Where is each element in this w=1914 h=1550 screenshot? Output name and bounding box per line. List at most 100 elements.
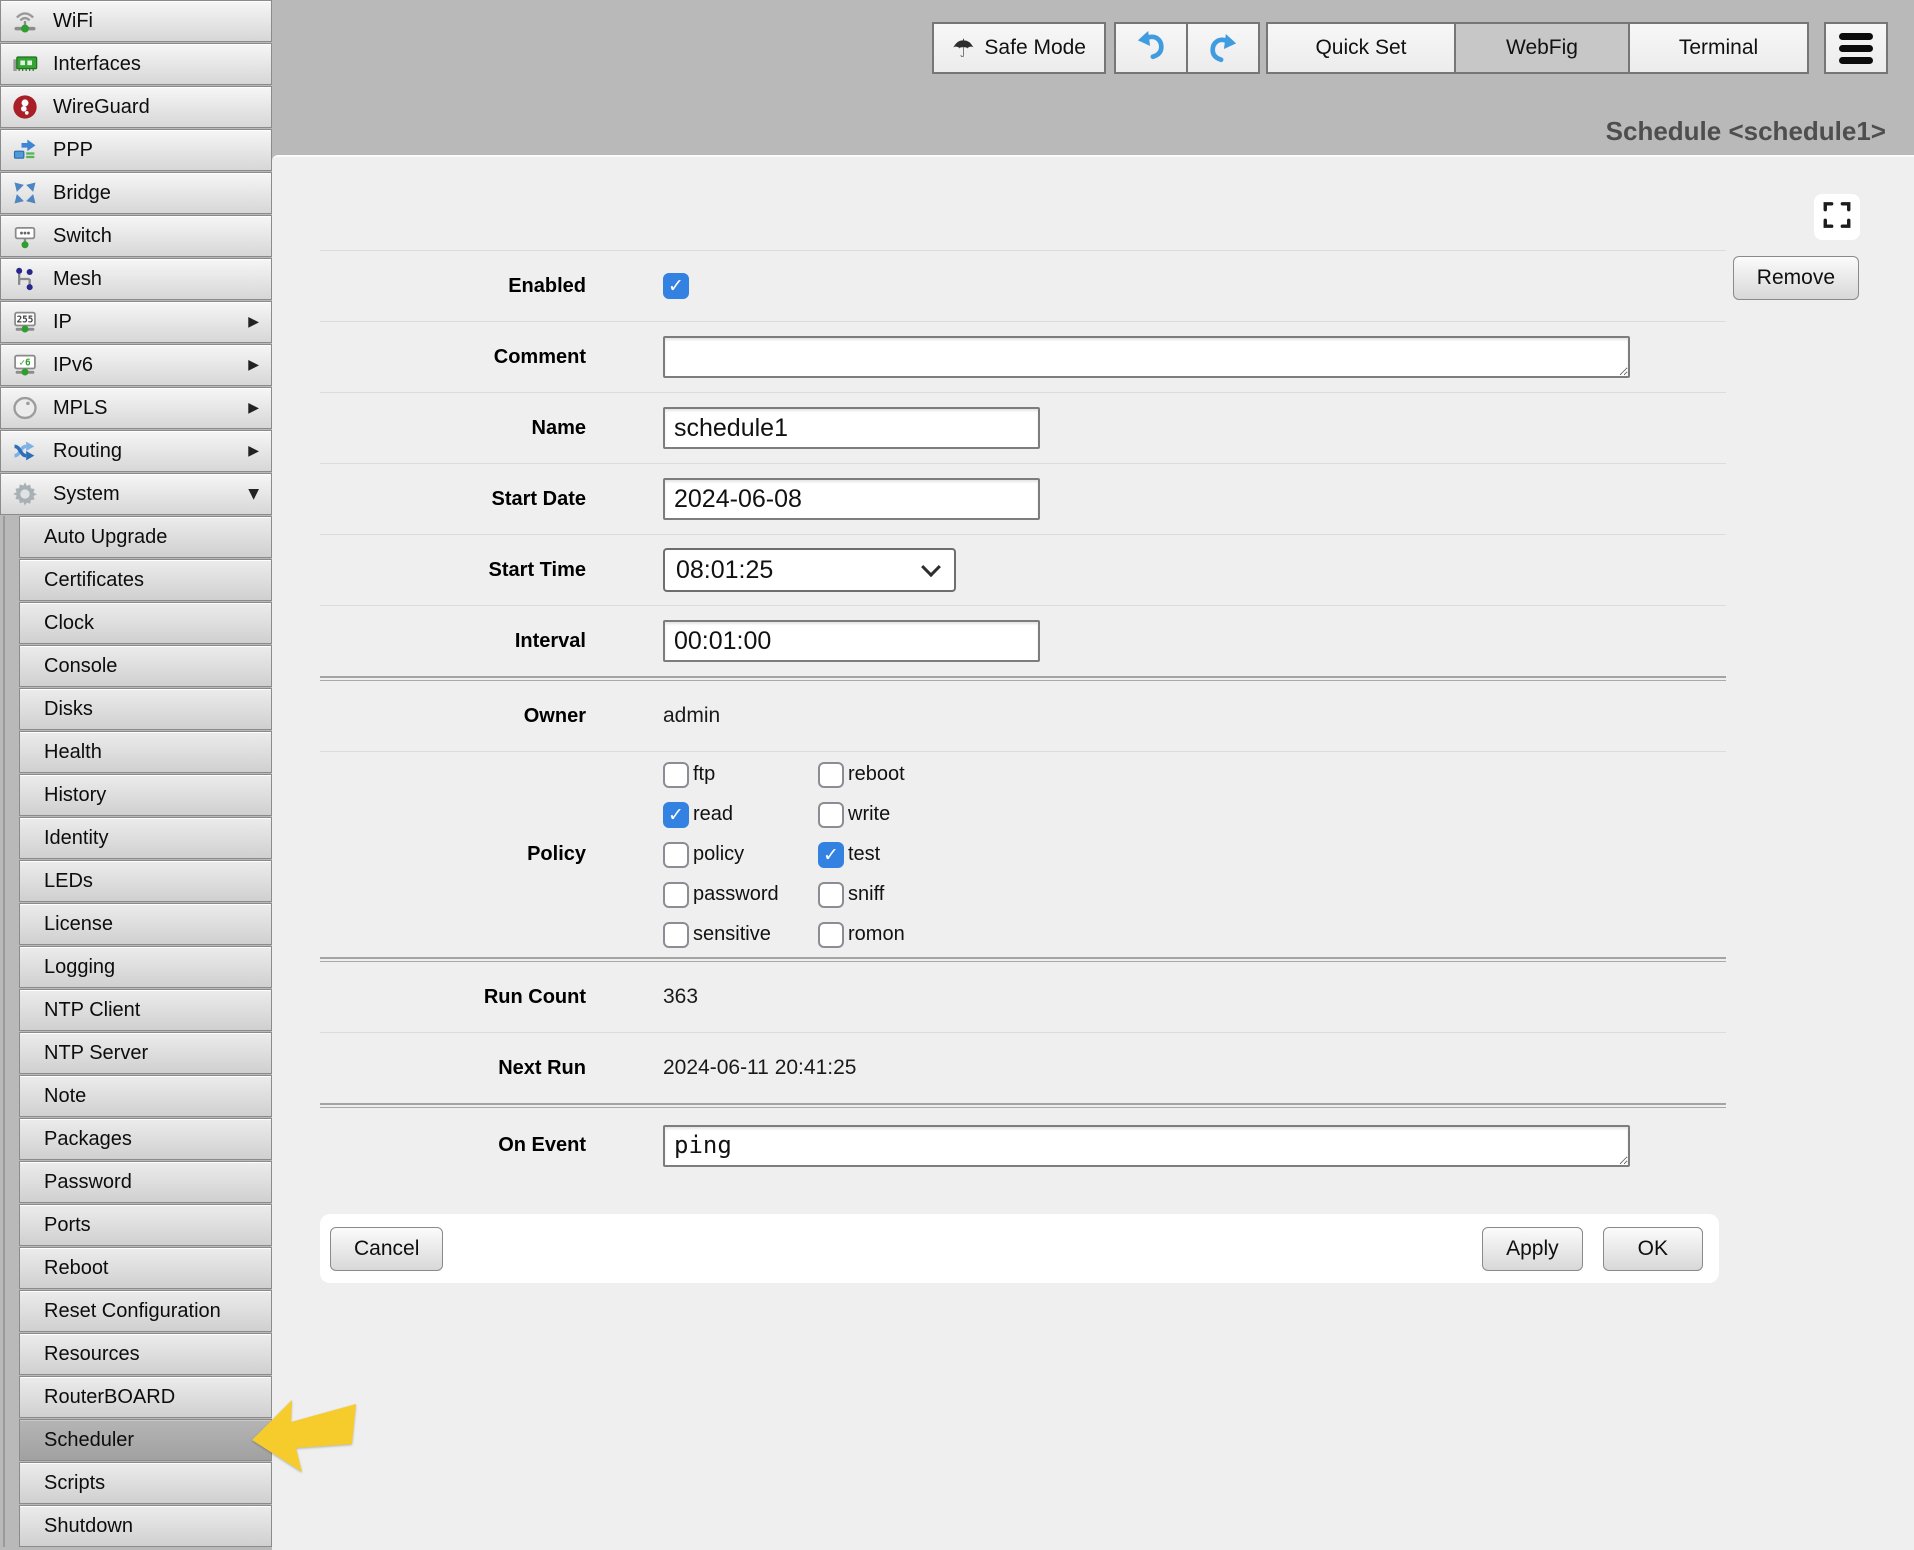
sidebar-item-label: Routing [53, 440, 122, 463]
sidebar-item-ports[interactable]: Ports [19, 1204, 272, 1246]
cancel-button[interactable]: Cancel [330, 1227, 443, 1271]
sidebar-item-disks[interactable]: Disks [19, 688, 272, 730]
form-row-policy: Policy ftpreboot✓readwritepolicy✓testpas… [320, 751, 1726, 957]
safe-mode-button[interactable]: ☂ Safe Mode [932, 22, 1106, 74]
sidebar-item-ppp[interactable]: PPP [0, 129, 272, 171]
enabled-label: Enabled [320, 275, 586, 298]
sidebar-item-interfaces[interactable]: Interfaces [0, 43, 272, 85]
chevron-right-icon: ▶ [248, 400, 271, 416]
sidebar-item-label: Interfaces [53, 53, 141, 76]
policy-read-checkbox[interactable]: ✓ [663, 802, 689, 828]
sidebar-item-label: IPv6 [53, 354, 93, 377]
menu-button[interactable] [1824, 22, 1888, 74]
fullscreen-icon [1821, 199, 1853, 236]
sidebar-item-leds[interactable]: LEDs [19, 860, 272, 902]
policy-sniff-checkbox[interactable] [818, 882, 844, 908]
ok-button[interactable]: OK [1603, 1227, 1703, 1271]
policy-write-checkbox[interactable] [818, 802, 844, 828]
sidebar-item-auto-upgrade[interactable]: Auto Upgrade [19, 516, 272, 558]
sidebar-item-packages[interactable]: Packages [19, 1118, 272, 1160]
undo-icon [1136, 30, 1166, 66]
sidebar-item-routerboard[interactable]: RouterBOARD [19, 1376, 272, 1418]
safe-mode-label: Safe Mode [984, 36, 1086, 60]
remove-button[interactable]: Remove [1733, 256, 1859, 300]
sidebar-item-wireguard[interactable]: WireGuard [0, 86, 272, 128]
sidebar-item-clock[interactable]: Clock [19, 602, 272, 644]
policy-option-policy: policy [663, 842, 818, 868]
ppp-icon [10, 135, 40, 165]
sidebar-item-certificates[interactable]: Certificates [19, 559, 272, 601]
sidebar-item-label: MPLS [53, 397, 107, 420]
policy-password-checkbox[interactable] [663, 882, 689, 908]
sidebar-item-ntp-client[interactable]: NTP Client [19, 989, 272, 1031]
tab-terminal[interactable]: Terminal [1628, 22, 1809, 74]
sidebar-item-shutdown[interactable]: Shutdown [19, 1505, 272, 1547]
routing-icon [10, 436, 40, 466]
sidebar-item-switch[interactable]: Switch [0, 215, 272, 257]
start-date-input[interactable] [663, 478, 1040, 520]
sidebar-item-note[interactable]: Note [19, 1075, 272, 1117]
sidebar-item-scheduler[interactable]: Scheduler [19, 1419, 272, 1461]
apply-button[interactable]: Apply [1482, 1227, 1583, 1271]
sidebar-item-mesh[interactable]: Mesh [0, 258, 272, 300]
policy-romon-checkbox[interactable] [818, 922, 844, 948]
owner-label: Owner [320, 705, 586, 728]
policy-option-password: password [663, 882, 818, 908]
policy-policy-checkbox[interactable] [663, 842, 689, 868]
redo-icon [1208, 33, 1238, 63]
sidebar-top-items: WiFi Interfaces WireGuard PPPBridgeSwitchMe… [0, 0, 272, 515]
start-time-select[interactable]: 08:01:25 [663, 548, 956, 592]
schedule-form: Enabled ✓ Comment Name Start Date Start … [320, 250, 1726, 1283]
fullscreen-button[interactable] [1814, 194, 1860, 240]
sidebar-system-submenu: Auto UpgradeCertificatesClockConsoleDisk… [3, 516, 272, 1547]
name-input[interactable] [663, 407, 1040, 449]
hamburger-menu-icon [1839, 33, 1873, 64]
wifi-icon [10, 6, 40, 36]
comment-input[interactable] [663, 336, 1630, 378]
quick-set-label: Quick Set [1315, 36, 1406, 60]
sidebar-item-ntp-server[interactable]: NTP Server [19, 1032, 272, 1074]
policy-reboot-checkbox[interactable] [818, 762, 844, 788]
top-toolbar: ☂ Safe Mode Quick Set WebFig Terminal [932, 22, 1888, 74]
form-row-owner: Owner admin [320, 681, 1726, 751]
sidebar-item-health[interactable]: Health [19, 731, 272, 773]
sidebar-item-ip[interactable]: 255IP▶ [0, 301, 272, 343]
policy-ftp-checkbox[interactable] [663, 762, 689, 788]
enabled-checkbox[interactable]: ✓ [663, 273, 689, 299]
sidebar-item-reboot[interactable]: Reboot [19, 1247, 272, 1289]
sidebar-item-resources[interactable]: Resources [19, 1333, 272, 1375]
sidebar-item-password[interactable]: Password [19, 1161, 272, 1203]
form-row-start-date: Start Date [320, 463, 1726, 534]
policy-option-reboot: reboot [818, 762, 905, 788]
undo-button[interactable] [1114, 22, 1188, 74]
policy-test-checkbox[interactable]: ✓ [818, 842, 844, 868]
sidebar-item-bridge[interactable]: Bridge [0, 172, 272, 214]
interval-input[interactable] [663, 620, 1040, 662]
sidebar-item-identity[interactable]: Identity [19, 817, 272, 859]
sidebar-item-history[interactable]: History [19, 774, 272, 816]
form-row-enabled: Enabled ✓ [320, 250, 1726, 321]
sidebar-item-license[interactable]: License [19, 903, 272, 945]
policy-sensitive-checkbox[interactable] [663, 922, 689, 948]
tab-webfig[interactable]: WebFig [1454, 22, 1630, 74]
policy-option-romon: romon [818, 922, 905, 948]
sidebar-item-ipv6[interactable]: ✓6IPv6▶ [0, 344, 272, 386]
interval-label: Interval [320, 630, 586, 653]
sidebar-item-mpls[interactable]: MPLS ▶ [0, 387, 272, 429]
sidebar-item-routing[interactable]: Routing▶ [0, 430, 272, 472]
sidebar-item-reset-configuration[interactable]: Reset Configuration [19, 1290, 272, 1332]
start-date-label: Start Date [320, 488, 586, 511]
interfaces-icon [10, 49, 40, 79]
run-count-value: 363 [663, 985, 698, 1009]
form-row-on-event: On Event ping [320, 1108, 1726, 1183]
sidebar-item-label: WireGuard [53, 96, 150, 119]
sidebar-item-logging[interactable]: Logging [19, 946, 272, 988]
policy-option-ftp: ftp [663, 762, 818, 788]
sidebar-item-wifi[interactable]: WiFi [0, 0, 272, 42]
redo-button[interactable] [1186, 22, 1260, 74]
on-event-input[interactable]: ping [663, 1125, 1630, 1167]
sidebar-item-console[interactable]: Console [19, 645, 272, 687]
tab-quick-set[interactable]: Quick Set [1266, 22, 1456, 74]
sidebar-item-scripts[interactable]: Scripts [19, 1462, 272, 1504]
sidebar-item-system[interactable]: System▼ [0, 473, 272, 515]
